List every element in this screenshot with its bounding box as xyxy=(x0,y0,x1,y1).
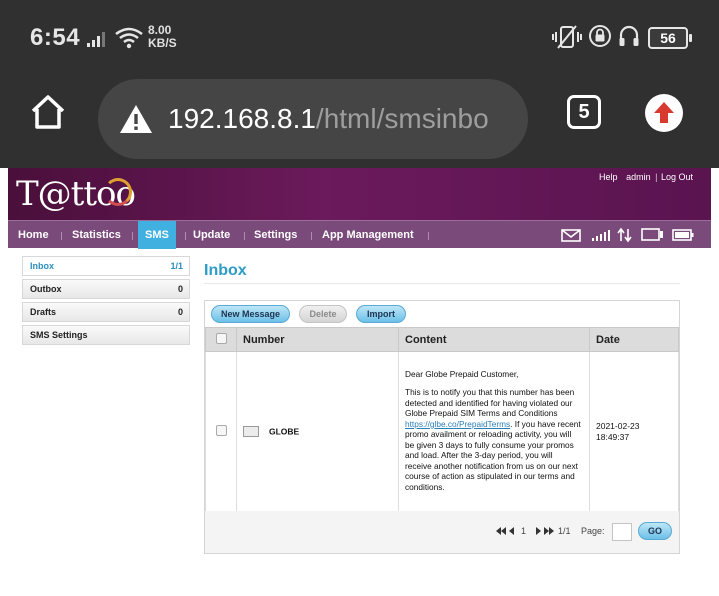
sidebar-item-label: Outbox xyxy=(30,284,62,294)
column-date: Date xyxy=(589,327,679,352)
status-bar: 6:54 8.00 KB/S 56 xyxy=(0,0,719,72)
main-nav: Home Statistics SMS Update Settings App … xyxy=(8,220,711,249)
sms-sidebar: Inbox 1/1 Outbox 0 Drafts 0 SMS Settings xyxy=(22,256,190,348)
title-divider xyxy=(204,283,680,284)
link-separator: | xyxy=(655,172,658,182)
status-icons xyxy=(561,227,694,243)
header-banner: T@ttoo Help admin | Log Out xyxy=(8,168,711,220)
sender-number: GLOBE xyxy=(269,426,300,437)
nav-settings[interactable]: Settings xyxy=(254,221,297,249)
sidebar-item-count: 1/1 xyxy=(170,261,183,271)
nav-divider xyxy=(132,232,133,240)
page-title: Inbox xyxy=(204,262,247,279)
page-label: Page: xyxy=(581,526,605,536)
message-body: This is to notify you that this number h… xyxy=(405,387,581,492)
battery-icon xyxy=(672,229,694,241)
next-last-page-icon[interactable] xyxy=(532,527,554,535)
page-count: 1/1 xyxy=(558,526,571,536)
sidebar-item-label: SMS Settings xyxy=(30,330,88,340)
nav-divider xyxy=(244,232,245,240)
inbox-panel: New Message Delete Import Number Content… xyxy=(204,300,680,554)
lock-rotation-icon xyxy=(589,25,611,47)
import-button[interactable]: Import xyxy=(356,305,406,323)
logo-swoosh-icon xyxy=(104,178,132,206)
wifi-icon xyxy=(115,27,143,49)
url-path: /html/smsinbo xyxy=(315,103,489,134)
vibrate-icon xyxy=(552,25,582,49)
network-speed: 8.00 KB/S xyxy=(148,24,177,50)
message-date-day: 2021-02-23 xyxy=(596,420,640,431)
message-body-text: This is to notify you that this number h… xyxy=(405,387,575,419)
sidebar-item-count: 0 xyxy=(177,307,183,317)
signal-strength-icon xyxy=(592,230,610,241)
sidebar-item-count: 0 xyxy=(177,284,183,294)
message-table: Number Content Date GLOBE Dear Globe Pre… xyxy=(205,327,679,512)
select-all-checkbox[interactable] xyxy=(215,332,227,344)
home-icon[interactable] xyxy=(28,92,68,132)
message-date-time: 18:49:37 xyxy=(596,431,630,442)
admin-label: admin xyxy=(626,172,651,182)
page-number-input[interactable] xyxy=(612,523,632,541)
terms-link[interactable]: https://glbe.co/PrepaidTerms xyxy=(405,419,510,429)
pc-connection-icon xyxy=(641,228,663,241)
message-content[interactable]: Dear Globe Prepaid Customer, This is to … xyxy=(398,351,590,512)
nav-divider xyxy=(185,232,186,240)
new-message-button[interactable]: New Message xyxy=(211,305,290,323)
address-bar[interactable]: 192.168.8.1/html/smsinbo xyxy=(98,79,528,159)
nav-home[interactable]: Home xyxy=(18,221,49,249)
help-link[interactable]: Help xyxy=(599,172,618,182)
column-content: Content xyxy=(398,327,590,352)
nav-update[interactable]: Update xyxy=(193,221,230,249)
go-button[interactable]: GO xyxy=(638,522,672,540)
first-prev-page-icon[interactable] xyxy=(496,527,518,535)
delete-button[interactable]: Delete xyxy=(299,305,347,323)
router-web-ui: T@ttoo Help admin | Log Out Home Statist… xyxy=(0,168,719,596)
tab-switcher-button[interactable]: 5 xyxy=(567,95,601,129)
url-text[interactable]: 192.168.8.1/html/smsinbo xyxy=(168,103,489,135)
nav-divider xyxy=(61,232,62,240)
network-speed-unit: KB/S xyxy=(148,36,177,50)
message-date: 2021-02-23 18:49:37 xyxy=(589,351,679,512)
sidebar-item-label: Drafts xyxy=(30,307,57,317)
sidebar-item-inbox[interactable]: Inbox 1/1 xyxy=(22,256,190,276)
url-host: 192.168.8.1 xyxy=(168,103,316,134)
nav-divider xyxy=(311,232,312,240)
nav-divider xyxy=(428,232,429,240)
sidebar-item-label: Inbox xyxy=(30,261,54,271)
pagination: 1 1/1 Page: GO xyxy=(205,511,679,553)
envelope-icon xyxy=(243,426,259,438)
logout-link[interactable]: Log Out xyxy=(661,172,693,182)
warning-icon[interactable] xyxy=(118,103,154,135)
sidebar-item-outbox[interactable]: Outbox 0 xyxy=(22,279,190,299)
cellular-signal-icon xyxy=(87,32,105,47)
current-page[interactable]: 1 xyxy=(521,526,526,536)
message-icon xyxy=(561,229,581,242)
update-button[interactable] xyxy=(645,94,683,132)
row-select-cell xyxy=(205,351,237,512)
battery-indicator: 56 xyxy=(648,27,692,49)
message-greeting: Dear Globe Prepaid Customer, xyxy=(405,368,519,379)
browser-toolbar: 192.168.8.1/html/smsinbo 5 xyxy=(0,72,719,168)
sidebar-item-sms-settings[interactable]: SMS Settings xyxy=(22,325,190,345)
upload-arrow-icon xyxy=(654,102,674,123)
message-toolbar: New Message Delete Import xyxy=(205,301,679,327)
message-body-text: . If you have recent promo availment or … xyxy=(405,418,581,492)
column-number: Number xyxy=(236,327,399,352)
table-row[interactable]: GLOBE Dear Globe Prepaid Customer, This … xyxy=(205,351,679,512)
headphones-icon xyxy=(619,25,639,46)
sidebar-item-drafts[interactable]: Drafts 0 xyxy=(22,302,190,322)
sender-cell: GLOBE xyxy=(236,351,399,512)
nav-app-management[interactable]: App Management xyxy=(322,221,414,249)
nav-sms[interactable]: SMS xyxy=(138,221,176,249)
top-links: Help admin | Log Out xyxy=(593,172,693,182)
select-all-header xyxy=(205,327,237,352)
table-header-row: Number Content Date xyxy=(205,327,679,352)
nav-statistics[interactable]: Statistics xyxy=(72,221,121,249)
row-checkbox[interactable] xyxy=(215,425,227,436)
status-time: 6:54 xyxy=(30,24,81,51)
data-transfer-icon xyxy=(617,227,632,243)
